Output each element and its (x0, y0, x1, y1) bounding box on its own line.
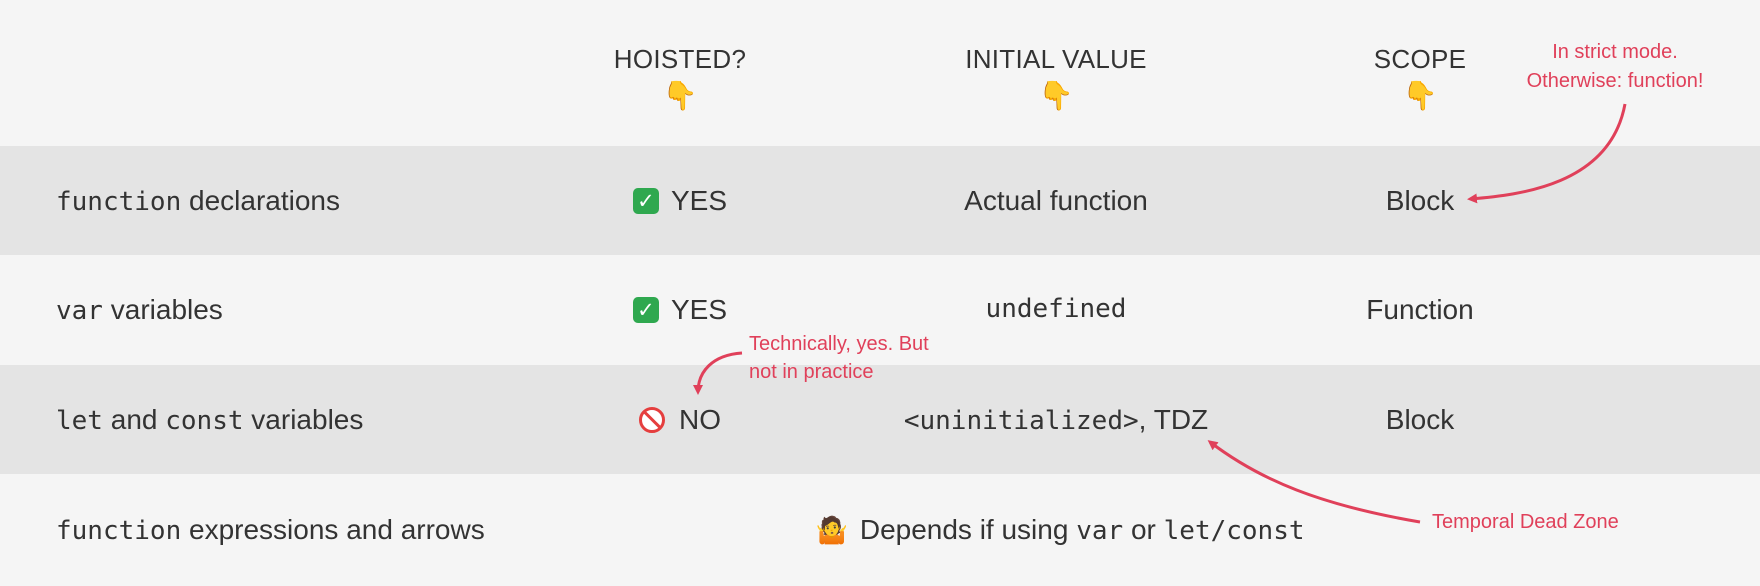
header-initial-value-label: INITIAL VALUE (965, 44, 1147, 74)
note-strict-mode: In strict mode. Otherwise: function! (1500, 38, 1730, 96)
check-icon: ✓ (632, 296, 659, 323)
table-row-function-declarations: function declarations ✓ YES Actual functi… (0, 146, 1760, 255)
note-tdz: Temporal Dead Zone (1432, 511, 1619, 533)
code-value: <uninitialized> (903, 406, 1139, 436)
header-initial-value: INITIAL VALUE 👇 (896, 44, 1216, 111)
header-hoisted: HOISTED? 👇 (520, 44, 840, 111)
hoisted-cell: ✓ YES (540, 146, 820, 255)
hoisted-value: NO (679, 404, 721, 435)
code-keyword: var (56, 296, 103, 326)
merged-text: Depends if using (859, 514, 1077, 545)
initial-value-cell: Actual function (964, 185, 1148, 216)
note-line: not in practice (749, 361, 874, 383)
row-label-text: declarations (181, 185, 340, 216)
code-keyword: var (1076, 516, 1124, 546)
initial-value-cell: undefined (985, 294, 1127, 324)
code-keyword: const (165, 406, 244, 436)
scope-cell: Function (1366, 294, 1474, 325)
row-label-text: variables (243, 404, 364, 435)
row-label: var variables (56, 255, 223, 364)
row-label-text: and (102, 404, 166, 435)
note-line: Otherwise: function! (1526, 70, 1704, 92)
initial-value-text: , TDZ (1138, 404, 1209, 435)
header-hoisted-label: HOISTED? (613, 44, 747, 74)
merged-cell: 🤷 Depends if using var or let/const (720, 475, 1400, 584)
note-line: Technically, yes. But (749, 333, 929, 355)
pointing-down-icon: 👇 (1038, 80, 1074, 111)
hoisted-value: YES (670, 185, 728, 216)
scope-cell: Block (1385, 185, 1455, 216)
code-keyword: function (56, 516, 182, 546)
hoisted-value: YES (670, 294, 728, 325)
pointing-down-icon: 👇 (662, 80, 698, 111)
code-keyword: let/const (1163, 516, 1305, 546)
code-keyword: let (56, 406, 103, 436)
initial-value-cell: <uninitialized>, TDZ (891, 365, 1221, 474)
prohibited-icon (639, 406, 665, 433)
row-label: let and const variables (56, 365, 363, 474)
check-icon: ✓ (632, 187, 659, 214)
note-technically: Technically, yes. But not in practice (749, 330, 929, 386)
scope-cell: Block (1385, 404, 1455, 435)
note-line: In strict mode. (1552, 41, 1678, 63)
row-label-text: variables (102, 294, 223, 325)
merged-text: or (1123, 514, 1164, 545)
row-label: function expressions and arrows (56, 475, 485, 584)
row-label-text: expressions and arrows (181, 514, 485, 545)
code-keyword: function (56, 187, 182, 217)
row-label: function declarations (56, 146, 340, 255)
